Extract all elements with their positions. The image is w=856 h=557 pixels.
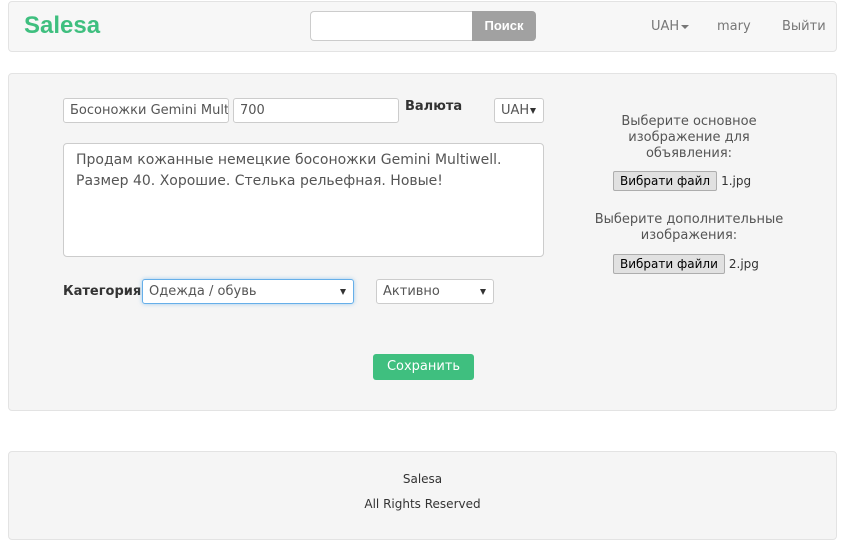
dropdown-arrow-icon — [480, 289, 486, 295]
footer-brand: Salesa — [402, 472, 443, 486]
choose-extra-images-button[interactable]: Вибрати файли — [613, 254, 725, 274]
extra-images-hint: Выберите дополнительные изображения: — [594, 212, 784, 243]
main-image-filename: 1.jpg — [721, 174, 752, 188]
extra-images-filename: 2.jpg — [728, 257, 759, 271]
footer-rights: All Rights Reserved — [364, 497, 481, 511]
currency-menu[interactable]: UAH — [651, 19, 690, 34]
search-input[interactable] — [310, 11, 473, 41]
currency-select[interactable]: UAH — [494, 98, 544, 123]
status-select-value: Активно — [383, 284, 440, 299]
brand-logo[interactable]: Salesa — [24, 12, 100, 40]
category-select-value: Одежда / обувь — [149, 284, 257, 299]
navbar: Salesa Поиск UAH mary Выйти — [8, 1, 837, 52]
search-button[interactable]: Поиск — [472, 11, 536, 41]
user-link[interactable]: mary — [717, 19, 751, 34]
extra-images-file-row: Вибрати файли 2.jpg — [613, 254, 759, 274]
status-select[interactable]: Активно — [376, 279, 494, 304]
dropdown-arrow-icon — [530, 108, 536, 114]
currency-label: Валюта — [405, 99, 463, 114]
footer: Salesa All Rights Reserved — [8, 451, 837, 540]
logout-link[interactable]: Выйти — [782, 19, 826, 34]
dropdown-arrow-icon — [340, 289, 346, 295]
currency-menu-label: UAH — [651, 19, 680, 34]
price-input[interactable]: 700 — [233, 98, 399, 123]
main-image-file-row: Вибрати файл 1.jpg — [613, 171, 751, 191]
main-image-hint: Выберите основное изображение для объявл… — [621, 114, 757, 161]
title-input[interactable]: Босоножки Gemini Multiwell — [63, 98, 229, 123]
choose-main-image-button[interactable]: Вибрати файл — [613, 171, 718, 191]
description-textarea[interactable]: Продам кожанные немецкие босоножки Gemin… — [63, 143, 544, 257]
currency-select-value: UAH — [501, 103, 530, 118]
ad-form-panel: Босоножки Gemini Multiwell 700 Валюта UA… — [8, 73, 837, 411]
caret-down-icon — [681, 24, 690, 29]
category-select[interactable]: Одежда / обувь — [142, 279, 354, 304]
category-label: Категория: — [63, 284, 147, 299]
save-button[interactable]: Сохранить — [373, 354, 474, 380]
